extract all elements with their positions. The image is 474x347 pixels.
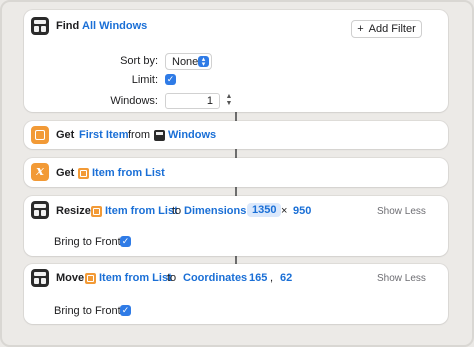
sort-by-value: None — [172, 55, 199, 68]
width-field[interactable]: 1350 — [247, 203, 282, 217]
move-window-action[interactable]: Move Item from List to Coordinates 165 ,… — [24, 264, 448, 324]
connector-line — [235, 187, 237, 196]
windows-count-field[interactable]: 1 — [165, 93, 220, 109]
to-label: to — [172, 205, 182, 217]
find-windows-action[interactable]: Find All Windows + Add Filter Sort by: N… — [24, 10, 448, 112]
list-mini-icon — [78, 167, 89, 179]
list-mini-icon — [85, 272, 96, 284]
bring-to-front-checkbox[interactable]: ✓ — [120, 236, 131, 247]
windows-count-stepper[interactable]: ▲ ▼ — [224, 93, 234, 109]
connector-line — [235, 112, 237, 121]
connector-line — [235, 256, 237, 264]
list-app-icon — [31, 126, 49, 144]
get-variable-action[interactable]: x Get Item from List — [24, 158, 448, 187]
comma-separator: , — [270, 272, 274, 284]
action-verb: Move — [56, 272, 85, 284]
find-target-token[interactable]: All Windows — [82, 20, 147, 32]
bring-to-front-checkbox[interactable]: ✓ — [120, 305, 131, 316]
bring-to-front-label: Bring to Front: — [54, 305, 124, 317]
show-less-toggle[interactable]: Show Less — [377, 273, 426, 284]
to-label: to — [167, 272, 177, 284]
shortcut-editor-canvas: Find All Windows + Add Filter Sort by: N… — [0, 0, 474, 347]
x-coordinate-field[interactable]: 165 — [249, 272, 267, 284]
get-item-token[interactable]: First Item — [79, 129, 129, 141]
action-verb: Get — [56, 129, 75, 141]
height-field[interactable]: 950 — [293, 205, 311, 217]
item-from-list-variable-token[interactable]: Item from List — [91, 205, 178, 217]
coordinates-parameter[interactable]: Coordinates — [183, 272, 247, 284]
resize-window-action[interactable]: Resize Item from List to Dimensions 1350… — [24, 196, 448, 256]
limit-label: Limit: — [131, 74, 158, 86]
sort-by-select[interactable]: None ▴ ▾ — [165, 53, 212, 70]
windows-count-label: Windows: — [110, 95, 158, 107]
plus-icon: + — [357, 23, 364, 35]
add-filter-label: Add Filter — [368, 23, 416, 35]
variable-icon: x — [31, 163, 49, 181]
list-mini-icon — [91, 205, 102, 217]
bring-to-front-label: Bring to Front: — [54, 236, 124, 248]
action-verb: Resize — [56, 205, 91, 217]
windows-variable-token[interactable]: Windows — [154, 129, 216, 141]
times-sign: × — [281, 205, 288, 217]
show-less-toggle[interactable]: Show Less — [377, 206, 426, 217]
connector-line — [235, 149, 237, 158]
item-from-list-variable-token[interactable]: Item from List — [85, 272, 172, 284]
dimensions-parameter[interactable]: Dimensions — [184, 205, 246, 217]
get-first-item-action[interactable]: Get First Item from Windows — [24, 121, 448, 149]
action-verb: Get — [56, 167, 75, 179]
from-label: from — [128, 129, 150, 141]
add-filter-button[interactable]: + Add Filter — [351, 20, 422, 38]
limit-checkbox[interactable]: ✓ — [165, 74, 176, 85]
item-from-list-variable-token[interactable]: Item from List — [78, 167, 165, 179]
action-verb: Find — [56, 20, 80, 32]
sort-by-label: Sort by: — [120, 55, 158, 67]
windows-app-icon — [31, 201, 49, 219]
windows-app-icon — [31, 269, 49, 287]
y-coordinate-field[interactable]: 62 — [280, 272, 292, 284]
windows-app-icon — [31, 17, 49, 35]
windows-mini-icon — [154, 129, 165, 141]
chevron-updown-icon: ▴ ▾ — [198, 56, 209, 68]
